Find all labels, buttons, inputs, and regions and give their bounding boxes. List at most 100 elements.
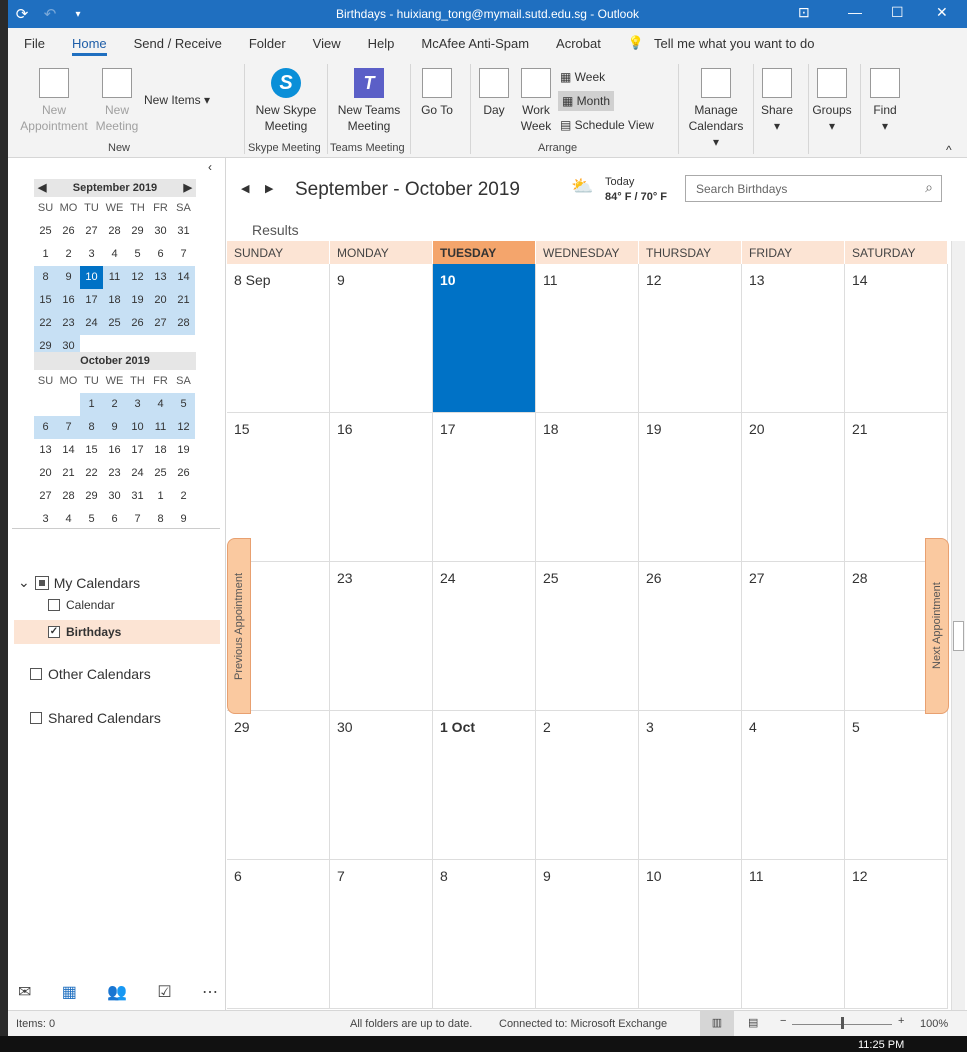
mini-calendar-day[interactable]: 7 bbox=[172, 243, 195, 266]
mini-calendar-day[interactable]: 21 bbox=[172, 289, 195, 312]
mini-calendar-day[interactable]: 18 bbox=[149, 439, 172, 462]
go-to-button[interactable]: Go To bbox=[420, 68, 454, 118]
mini-calendar-day[interactable]: 18 bbox=[103, 289, 126, 312]
mini-calendar-day[interactable]: 9 bbox=[103, 416, 126, 439]
mini-calendar-day[interactable]: 31 bbox=[172, 220, 195, 243]
day-cell[interactable]: 8 bbox=[433, 860, 536, 1009]
mini-calendar-day[interactable]: 17 bbox=[126, 439, 149, 462]
day-cell[interactable]: 20 bbox=[742, 413, 845, 562]
day-cell[interactable]: 12 bbox=[845, 860, 948, 1009]
mini-calendar-day[interactable]: 29 bbox=[126, 220, 149, 243]
mini-calendar-day[interactable]: 4 bbox=[103, 243, 126, 266]
mini-calendar-day[interactable]: 2 bbox=[172, 485, 195, 508]
zoom-out-button[interactable]: − bbox=[780, 1015, 786, 1027]
undo-icon[interactable]: ↶ bbox=[36, 5, 64, 23]
mini-calendar-day[interactable]: 28 bbox=[57, 485, 80, 508]
zoom-slider-thumb[interactable] bbox=[841, 1017, 844, 1029]
day-cell[interactable]: 8 Sep bbox=[227, 264, 330, 413]
mini-calendar-day[interactable]: 3 bbox=[126, 393, 149, 416]
mini-calendar-day[interactable]: 6 bbox=[149, 243, 172, 266]
new-skype-meeting-button[interactable]: S New Skype Meeting bbox=[250, 68, 322, 134]
mini-calendar-day[interactable]: 30 bbox=[149, 220, 172, 243]
manage-calendars-button[interactable]: Manage Calendars ▾ bbox=[684, 68, 748, 150]
mini-calendar-day[interactable]: 17 bbox=[80, 289, 103, 312]
prev-icon[interactable]: ◀ bbox=[241, 182, 249, 195]
more-icon[interactable]: ⋯ bbox=[202, 982, 218, 1002]
mini-calendar-day[interactable]: 23 bbox=[57, 312, 80, 335]
day-cell[interactable]: 2 bbox=[536, 711, 639, 860]
maximize-button[interactable]: ☐ bbox=[891, 4, 904, 21]
reading-view-icon[interactable]: ▤ bbox=[748, 1016, 758, 1029]
tab-file[interactable]: File bbox=[24, 36, 45, 51]
day-cell[interactable]: 13 bbox=[742, 264, 845, 413]
day-cell[interactable]: 18 bbox=[536, 413, 639, 562]
tab-folder[interactable]: Folder bbox=[249, 36, 286, 51]
tab-view[interactable]: View bbox=[313, 36, 341, 51]
prev-month-icon[interactable]: ◀ bbox=[38, 179, 46, 197]
search-icon[interactable]: ⌕ bbox=[925, 179, 933, 196]
mini-calendar-day[interactable]: 31 bbox=[126, 485, 149, 508]
mini-calendar-day[interactable]: 2 bbox=[103, 393, 126, 416]
mini-calendar-day[interactable]: 21 bbox=[57, 462, 80, 485]
month-view-button[interactable]: ▦ Month bbox=[558, 91, 615, 111]
share-button[interactable]: Share ▾ bbox=[760, 68, 794, 134]
mini-calendar-day[interactable]: 19 bbox=[172, 439, 195, 462]
next-month-icon[interactable]: ▶ bbox=[184, 179, 192, 197]
day-cell[interactable]: 3 bbox=[639, 711, 742, 860]
birthdays-checkbox[interactable]: ✓ bbox=[48, 626, 60, 638]
mini-calendar-day[interactable]: 25 bbox=[34, 220, 57, 243]
mini-calendar-day[interactable]: 23 bbox=[103, 462, 126, 485]
week-view-button[interactable]: ▦ Week bbox=[560, 69, 605, 85]
mini-calendar-day[interactable]: 26 bbox=[57, 220, 80, 243]
mini-calendar-day[interactable]: 11 bbox=[149, 416, 172, 439]
mini-calendar-day[interactable]: 13 bbox=[149, 266, 172, 289]
mini-calendar-day[interactable]: 1 bbox=[80, 393, 103, 416]
find-button[interactable]: Find ▾ bbox=[868, 68, 902, 134]
day-view-button[interactable]: Day bbox=[478, 68, 510, 118]
tab-mcafee[interactable]: McAfee Anti-Spam bbox=[421, 36, 529, 51]
mini-calendar-day[interactable]: 5 bbox=[172, 393, 195, 416]
scrollbar-thumb[interactable] bbox=[953, 621, 964, 651]
mini-calendar-day[interactable]: 19 bbox=[126, 289, 149, 312]
day-cell[interactable]: 17 bbox=[433, 413, 536, 562]
tell-me-input[interactable]: Tell me what you want to do bbox=[654, 36, 814, 51]
day-cell[interactable]: 1 Oct bbox=[433, 711, 536, 860]
mini-calendar-day[interactable]: 24 bbox=[126, 462, 149, 485]
mini-calendar-day[interactable]: 20 bbox=[149, 289, 172, 312]
mini-calendar-day[interactable]: 24 bbox=[80, 312, 103, 335]
mini-calendar-day[interactable]: 20 bbox=[34, 462, 57, 485]
calendar-nav-icon[interactable]: ▦ bbox=[62, 982, 77, 1002]
mini-calendar-day[interactable]: 28 bbox=[103, 220, 126, 243]
mini-calendar-day[interactable]: 27 bbox=[80, 220, 103, 243]
mini-calendar-day[interactable]: 16 bbox=[103, 439, 126, 462]
mini-calendar-day[interactable]: 27 bbox=[34, 485, 57, 508]
calendar-folder[interactable]: Calendar bbox=[48, 598, 115, 612]
vertical-scrollbar[interactable] bbox=[951, 241, 965, 1011]
schedule-view-button[interactable]: ▤ Schedule View bbox=[560, 117, 654, 133]
mini-calendar-day[interactable]: 9 bbox=[57, 266, 80, 289]
day-cell[interactable]: 10 bbox=[433, 264, 536, 413]
tab-help[interactable]: Help bbox=[368, 36, 395, 51]
day-cell[interactable]: 30 bbox=[330, 711, 433, 860]
work-week-button[interactable]: Work Week bbox=[518, 68, 554, 134]
day-cell[interactable]: 6 bbox=[227, 860, 330, 1009]
tab-send-receive[interactable]: Send / Receive bbox=[134, 36, 222, 51]
day-cell[interactable]: 16 bbox=[330, 413, 433, 562]
new-items-button[interactable]: New Items ▾ bbox=[144, 92, 210, 108]
new-appointment-button[interactable]: New Appointment bbox=[16, 68, 92, 134]
mini-calendar-day[interactable]: 28 bbox=[172, 312, 195, 335]
mini-calendar-day[interactable]: 15 bbox=[80, 439, 103, 462]
mini-calendar-day[interactable]: 25 bbox=[103, 312, 126, 335]
mini-calendar-day[interactable]: 5 bbox=[126, 243, 149, 266]
collapse-pane-icon[interactable]: ‹ bbox=[208, 160, 212, 174]
mini-calendar-day[interactable]: 27 bbox=[149, 312, 172, 335]
mini-calendar-day[interactable]: 12 bbox=[172, 416, 195, 439]
mini-calendar-day[interactable]: 4 bbox=[149, 393, 172, 416]
mini-calendar-day[interactable]: 29 bbox=[80, 485, 103, 508]
new-meeting-button[interactable]: New Meeting bbox=[92, 68, 142, 134]
mini-calendar-day[interactable]: 30 bbox=[103, 485, 126, 508]
mini-calendar-day[interactable]: 6 bbox=[34, 416, 57, 439]
groups-button[interactable]: Groups ▾ bbox=[812, 68, 852, 134]
calendar-checkbox[interactable] bbox=[48, 599, 60, 611]
next-icon[interactable]: ▶ bbox=[265, 182, 273, 195]
